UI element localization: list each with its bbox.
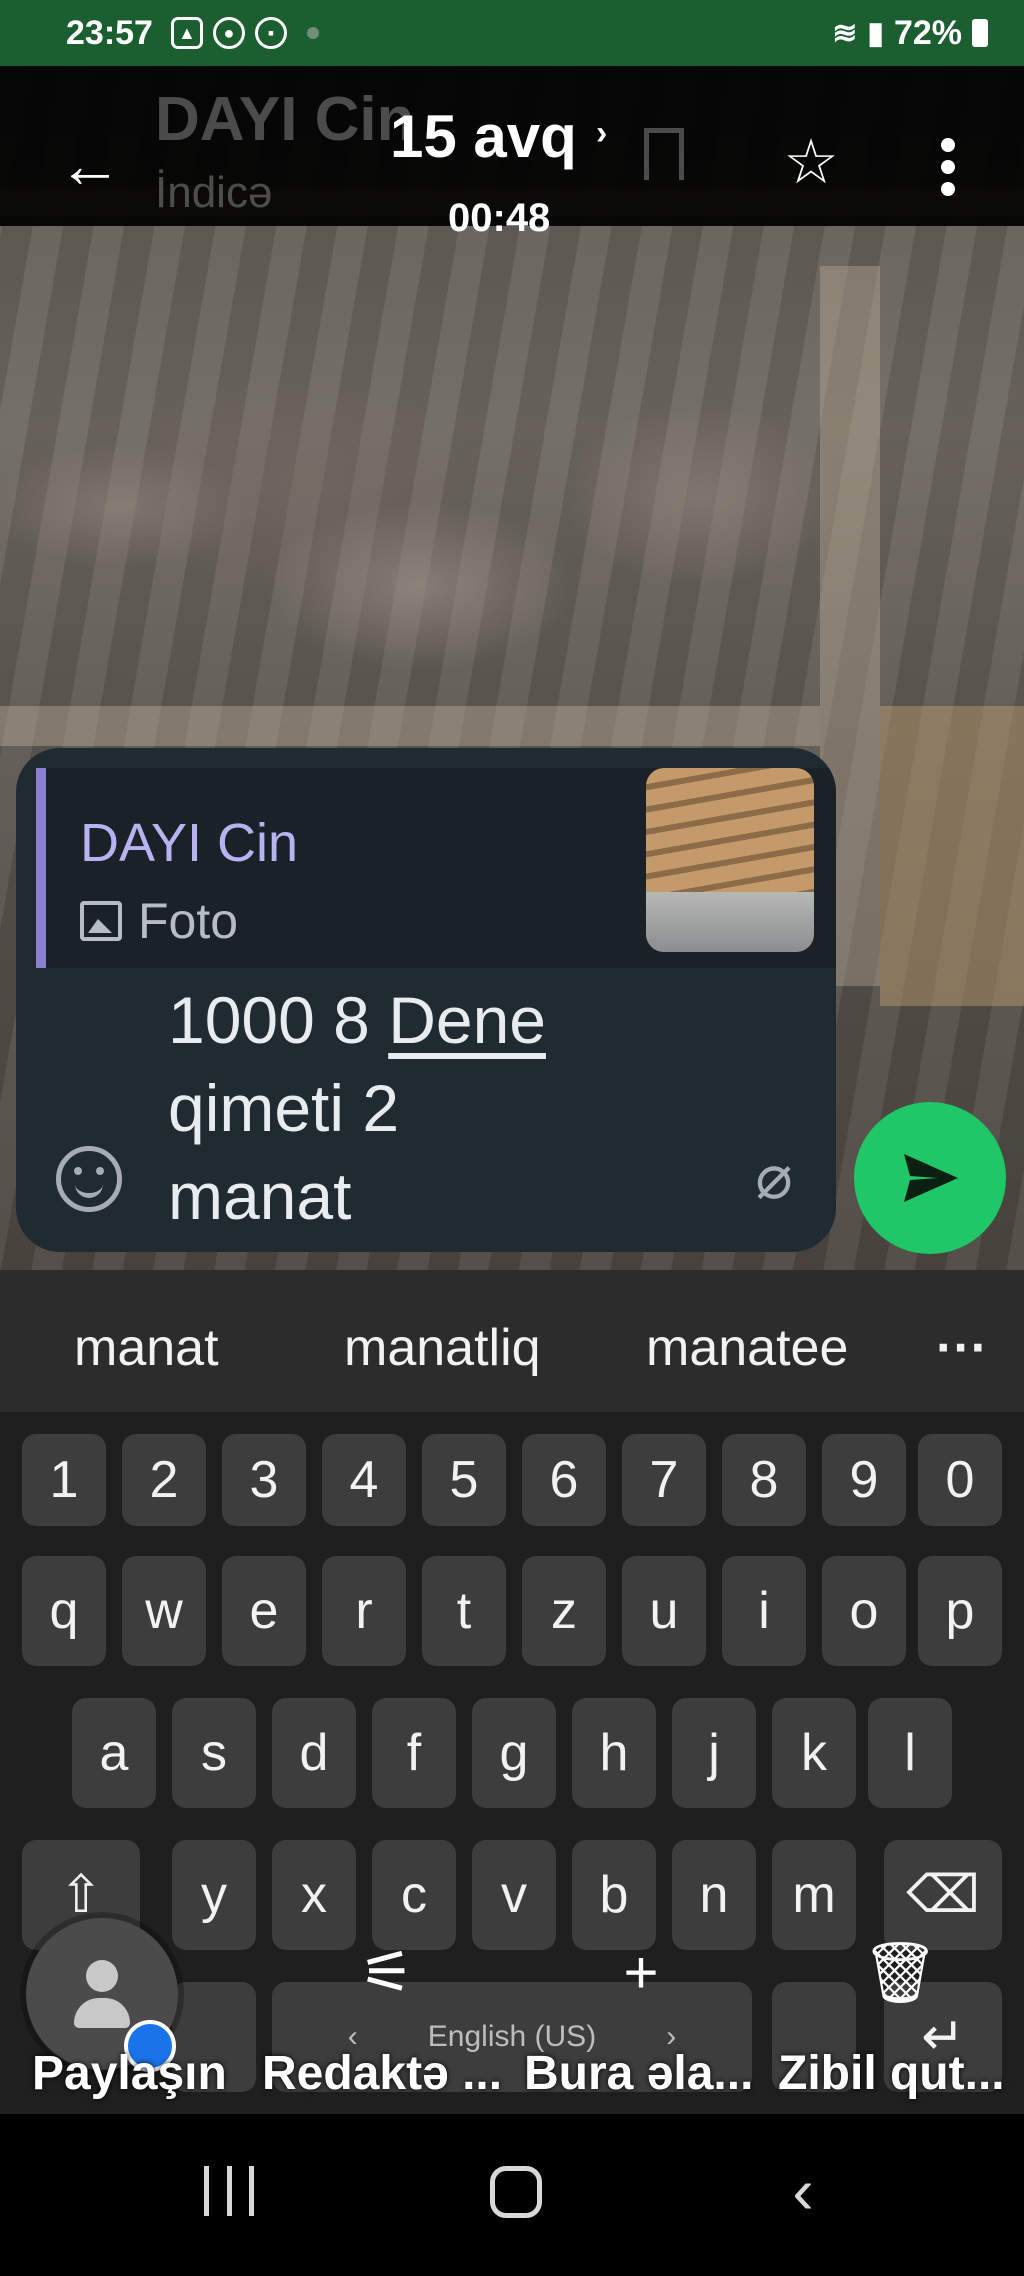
send-button[interactable] [854,1102,1006,1254]
key-x[interactable]: x [272,1840,356,1950]
reply-media-type: Foto [80,892,238,950]
reply-thumbnail [646,768,814,952]
star-icon[interactable]: ☆ [776,128,846,198]
key-h[interactable]: h [572,1698,656,1808]
key-r[interactable]: r [322,1556,406,1666]
message-input[interactable]: 1000 8 Dene qimeti 2 manat [168,976,588,1240]
key-l[interactable]: l [868,1698,952,1808]
home-icon[interactable] [490,2166,542,2218]
edit-sliders-icon[interactable]: ⚟ [352,1938,422,2008]
paperclip-icon[interactable]: ⌀ [744,1138,804,1218]
chat-bubble-icon: ● [212,17,245,49]
backspace-key[interactable]: ⌫ [884,1840,1002,1950]
key-w[interactable]: w [122,1556,206,1666]
key-o[interactable]: o [822,1556,906,1666]
media-icon: ▪ [254,17,287,49]
key-d[interactable]: d [272,1698,356,1808]
status-time: 23:57 [66,13,153,52]
key-n[interactable]: n [672,1840,756,1950]
key-y[interactable]: y [172,1840,256,1950]
key-4[interactable]: 4 [322,1434,406,1526]
key-m[interactable]: m [772,1840,856,1950]
key-g[interactable]: g [472,1698,556,1808]
more-suggestions-icon[interactable]: ··· [936,1318,988,1378]
key-v[interactable]: v [472,1840,556,1950]
message-text-underlined: Dene [388,983,546,1057]
suggestion-2[interactable]: manatliq [344,1318,541,1378]
key-c[interactable]: c [372,1840,456,1950]
key-6[interactable]: 6 [522,1434,606,1526]
key-f[interactable]: f [372,1698,456,1808]
suggestion-1[interactable]: manat [74,1318,219,1378]
message-text-part2: qimeti 2 manat [168,1071,400,1233]
notification-dot [306,27,319,39]
key-a[interactable]: a [72,1698,156,1808]
reply-accent-bar [36,768,46,968]
key-s[interactable]: s [172,1698,256,1808]
suggestion-bar: manat manatliq manatee ··· [0,1270,1024,1412]
send-icon [904,1154,958,1202]
key-7[interactable]: 7 [622,1434,706,1526]
trash-label[interactable]: Zibil qut... [778,2046,1005,2101]
reply-sender-name: DAYI Cin [80,813,299,873]
key-3[interactable]: 3 [222,1434,306,1526]
suggestion-3[interactable]: manatee [646,1318,848,1378]
key-t[interactable]: t [422,1556,506,1666]
wifi-icon: ≋ [832,16,858,50]
key-b[interactable]: b [572,1840,656,1950]
more-options-icon[interactable] [928,132,968,202]
edit-label[interactable]: Redaktə ... [262,2046,502,2101]
key-q[interactable]: q [22,1556,106,1666]
media-date[interactable]: 15 avq [390,102,577,171]
key-z[interactable]: z [522,1556,606,1666]
key-1[interactable]: 1 [22,1434,106,1526]
add-label[interactable]: Bura əla... [524,2046,753,2101]
key-5[interactable]: 5 [422,1434,506,1526]
key-i[interactable]: i [722,1556,806,1666]
share-label[interactable]: Paylaşın [32,2046,227,2101]
recents-icon[interactable] [204,2166,254,2226]
image-icon [80,901,122,941]
signal-icon: ▮ [867,16,884,50]
gallery-icon: ▲ [170,17,203,49]
reply-type-label: Foto [138,893,239,949]
media-time: 00:48 [448,196,551,240]
ghost-contact-status: İndicə [155,168,273,217]
bookmark-icon [644,128,684,180]
ghost-contact-name: DAYI Cin [155,85,415,154]
key-2[interactable]: 2 [122,1434,206,1526]
add-plus-icon[interactable]: + [606,1938,676,2008]
key-e[interactable]: e [222,1556,306,1666]
back-arrow-icon[interactable]: ← [50,129,130,201]
nav-back-icon[interactable]: ‹ [778,2159,828,2226]
message-composer: DAYI Cin Foto 1000 8 Dene qimeti 2 manat … [16,748,836,1252]
key-p[interactable]: p [918,1556,1002,1666]
key-0[interactable]: 0 [918,1434,1002,1526]
status-bar: 23:57 ▲ ● ▪ ≋ ▮ 72% [0,0,1024,66]
key-k[interactable]: k [772,1698,856,1808]
key-j[interactable]: j [672,1698,756,1808]
message-text-part1: 1000 8 [168,983,389,1057]
key-8[interactable]: 8 [722,1434,806,1526]
key-9[interactable]: 9 [822,1434,906,1526]
chevron-right-icon[interactable]: › [596,114,607,153]
trash-icon[interactable]: 🗑 [862,1938,938,2008]
key-u[interactable]: u [622,1556,706,1666]
battery-text: 72% [893,13,962,52]
emoji-icon[interactable] [56,1146,122,1212]
battery-icon [972,19,988,47]
